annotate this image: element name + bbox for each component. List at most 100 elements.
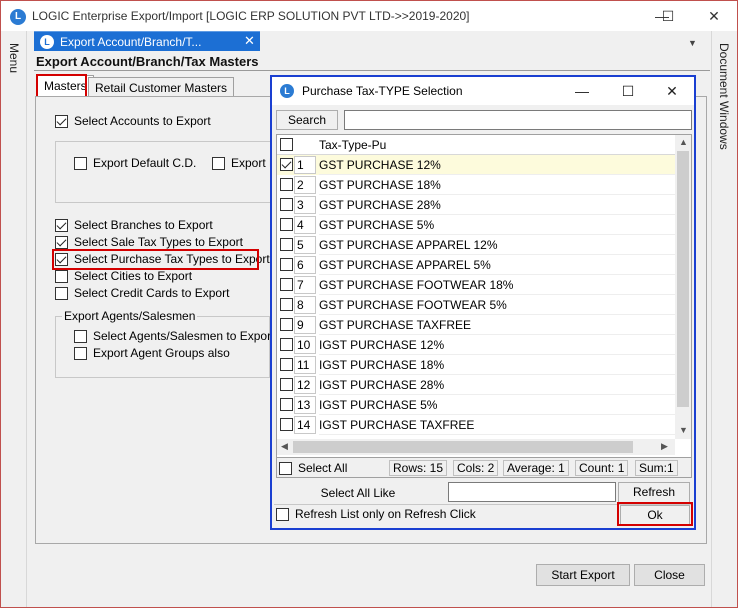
checkbox-box[interactable]: [55, 286, 68, 300]
horizontal-scrollbar[interactable]: ◀ ▶: [277, 439, 675, 455]
select-all-like-input[interactable]: [448, 482, 616, 502]
document-tabstrip: L Export Account/Branch/T... ✕: [27, 31, 711, 51]
row-checkbox[interactable]: [280, 258, 293, 271]
scroll-down-icon[interactable]: ▼: [679, 425, 688, 435]
row-checkbox[interactable]: [280, 378, 293, 391]
vertical-scrollbar[interactable]: ▲ ▼: [675, 135, 691, 439]
export-default-cd-label: Export Default C.D.: [93, 156, 197, 170]
table-row[interactable]: 4 GST PURCHASE 5%: [277, 215, 675, 235]
row-checkbox[interactable]: [280, 398, 293, 411]
search-button[interactable]: Search: [276, 110, 338, 130]
maximize-button[interactable]: ☐: [645, 2, 691, 30]
row-checkbox[interactable]: [280, 178, 293, 191]
row-tax-type: GST PURCHASE FOOTWEAR 18%: [319, 278, 514, 292]
table-row[interactable]: 11 IGST PURCHASE 18%: [277, 355, 675, 375]
select-agents-checkbox[interactable]: Select Agents/Salesmen to Export: [74, 329, 274, 343]
export-d-checkbox[interactable]: Export D: [212, 156, 278, 170]
row-checkbox[interactable]: [280, 218, 293, 231]
header-checkbox[interactable]: [280, 138, 293, 151]
scroll-right-icon[interactable]: ▶: [661, 441, 668, 452]
select-all-like-label[interactable]: Select All Like: [272, 482, 444, 504]
table-row[interactable]: 13 IGST PURCHASE 5%: [277, 395, 675, 415]
select-sale-tax-checkbox[interactable]: Select Sale Tax Types to Export: [55, 235, 243, 249]
table-row[interactable]: 5 GST PURCHASE APPAREL 12%: [277, 235, 675, 255]
horizontal-scroll-thumb[interactable]: [293, 441, 633, 453]
checkbox-box[interactable]: [55, 114, 68, 128]
cols-count: Cols: 2: [453, 460, 499, 476]
checkbox-box[interactable]: [74, 346, 87, 360]
select-all-checkbox[interactable]: Select All: [279, 461, 347, 475]
table-row[interactable]: 10 IGST PURCHASE 12%: [277, 335, 675, 355]
table-row[interactable]: 3 GST PURCHASE 28%: [277, 195, 675, 215]
table-row[interactable]: 14 IGST PURCHASE TAXFREE: [277, 415, 675, 435]
table-row[interactable]: 12 IGST PURCHASE 28%: [277, 375, 675, 395]
checkbox-box[interactable]: [55, 235, 68, 249]
chevron-down-icon[interactable]: ▼: [688, 38, 697, 48]
agents-group-label: Export Agents/Salesmen: [62, 309, 198, 323]
menu-label[interactable]: Menu: [7, 43, 21, 73]
refresh-only-checkbox[interactable]: Refresh List only on Refresh Click: [276, 507, 476, 521]
search-input[interactable]: [344, 110, 692, 130]
checkbox-box[interactable]: [74, 329, 87, 343]
row-checkbox[interactable]: [280, 198, 293, 211]
select-credit-cards-checkbox[interactable]: Select Credit Cards to Export: [55, 286, 229, 300]
checkbox-box[interactable]: [55, 269, 68, 283]
dialog-close-button[interactable]: ✕: [652, 79, 692, 103]
menu-strip[interactable]: Menu: [1, 31, 27, 607]
row-tax-type: IGST PURCHASE 18%: [319, 358, 445, 372]
row-checkbox[interactable]: [280, 358, 293, 371]
vertical-scroll-thumb[interactable]: [677, 151, 689, 407]
table-row[interactable]: 9 GST PURCHASE TAXFREE: [277, 315, 675, 335]
select-cities-checkbox[interactable]: Select Cities to Export: [55, 269, 192, 283]
select-sale-tax-label: Select Sale Tax Types to Export: [74, 235, 243, 249]
row-number: 6: [294, 256, 316, 274]
table-row[interactable]: 7 GST PURCHASE FOOTWEAR 18%: [277, 275, 675, 295]
tab-retail-customer-masters[interactable]: Retail Customer Masters: [88, 77, 235, 98]
ok-button[interactable]: Ok: [620, 505, 690, 525]
tab-export-account[interactable]: L Export Account/Branch/T... ✕: [34, 31, 260, 51]
row-checkbox[interactable]: [280, 338, 293, 351]
row-tax-type: GST PURCHASE 5%: [319, 218, 435, 232]
checkbox-box[interactable]: [276, 507, 289, 521]
dialog-logo-icon: L: [280, 84, 294, 98]
start-export-button[interactable]: Start Export: [536, 564, 630, 586]
tab-close-icon[interactable]: ✕: [244, 33, 255, 49]
table-row[interactable]: 2 GST PURCHASE 18%: [277, 175, 675, 195]
row-tax-type: IGST PURCHASE 12%: [319, 338, 445, 352]
row-checkbox[interactable]: [280, 318, 293, 331]
table-row[interactable]: 1 GST PURCHASE 12%: [277, 155, 675, 175]
row-checkbox[interactable]: [280, 158, 293, 171]
grid-status-bar: Select All Rows: 15 Cols: 2 Average: 1 C…: [276, 458, 692, 478]
dialog-maximize-button[interactable]: ☐: [608, 79, 648, 103]
checkbox-box[interactable]: [55, 218, 68, 232]
tab-masters[interactable]: Masters: [37, 75, 94, 96]
select-accounts-checkbox[interactable]: Select Accounts to Export: [55, 114, 211, 128]
row-number: 8: [294, 296, 316, 314]
checkbox-box[interactable]: [279, 461, 292, 475]
select-purchase-tax-label: Select Purchase Tax Types to Export: [74, 252, 270, 266]
checkbox-box[interactable]: [55, 252, 68, 266]
export-agent-groups-checkbox[interactable]: Export Agent Groups also: [74, 346, 230, 360]
refresh-button[interactable]: Refresh: [618, 482, 690, 503]
row-tax-type: IGST PURCHASE TAXFREE: [319, 418, 475, 432]
close-button[interactable]: Close: [634, 564, 705, 586]
row-checkbox[interactable]: [280, 238, 293, 251]
row-checkbox[interactable]: [280, 298, 293, 311]
row-checkbox[interactable]: [280, 278, 293, 291]
document-windows-strip[interactable]: Document Windows: [711, 31, 737, 607]
select-purchase-tax-checkbox[interactable]: Select Purchase Tax Types to Export: [55, 252, 270, 266]
scroll-left-icon[interactable]: ◀: [281, 441, 288, 452]
row-number: 3: [294, 196, 316, 214]
table-row[interactable]: 6 GST PURCHASE APPAREL 5%: [277, 255, 675, 275]
row-checkbox[interactable]: [280, 418, 293, 431]
row-tax-type: GST PURCHASE 28%: [319, 198, 441, 212]
checkbox-box[interactable]: [212, 156, 225, 170]
table-row[interactable]: 8 GST PURCHASE FOOTWEAR 5%: [277, 295, 675, 315]
checkbox-box[interactable]: [74, 156, 87, 170]
select-branches-checkbox[interactable]: Select Branches to Export: [55, 218, 213, 232]
dialog-minimize-button[interactable]: —: [562, 79, 602, 103]
close-window-button[interactable]: ✕: [691, 2, 737, 30]
export-default-cd-checkbox[interactable]: Export Default C.D.: [74, 156, 196, 170]
document-windows-label[interactable]: Document Windows: [717, 43, 731, 150]
scroll-up-icon[interactable]: ▲: [679, 137, 688, 147]
